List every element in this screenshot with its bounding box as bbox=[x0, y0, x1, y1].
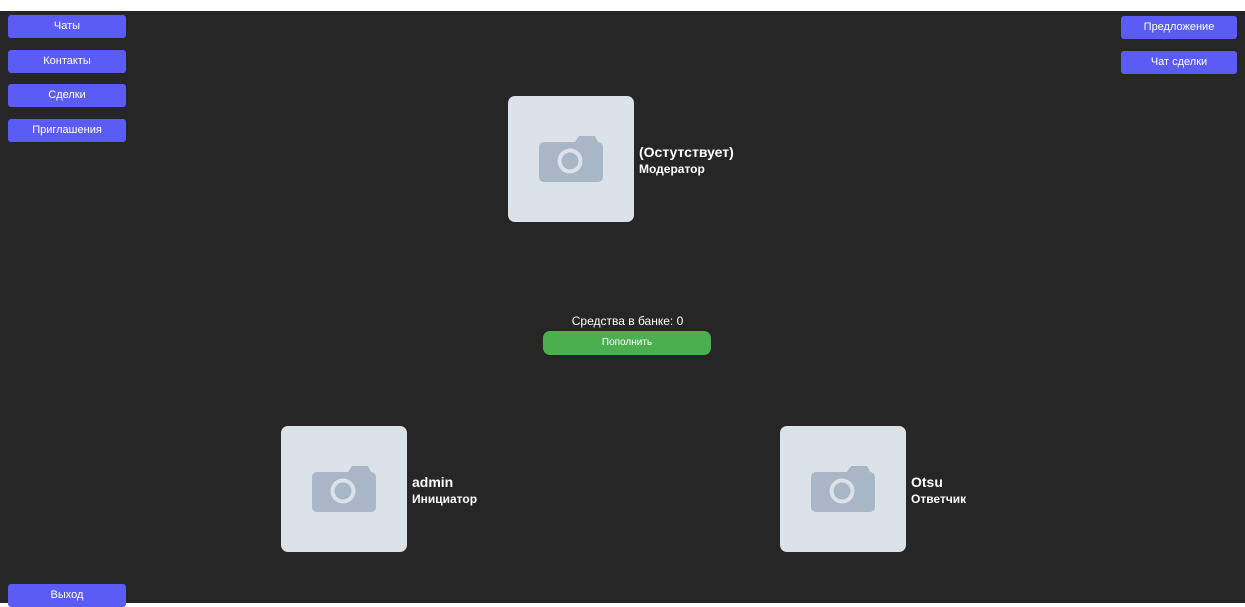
moderator-role: Модератор bbox=[639, 162, 705, 176]
initiator-role: Инициатор bbox=[412, 492, 478, 506]
nav-invitations-button[interactable]: Приглашения bbox=[8, 119, 126, 142]
bank-balance-label: Средства в банке: 0 bbox=[571, 314, 684, 328]
camera-icon bbox=[539, 136, 603, 182]
nav-chats-button[interactable]: Чаты bbox=[8, 15, 126, 38]
respondent-role: Ответчик bbox=[911, 492, 967, 506]
deal-chat-button[interactable]: Чат сделки bbox=[1121, 51, 1237, 74]
respondent-name: Otsu bbox=[911, 474, 943, 490]
camera-icon bbox=[312, 466, 376, 512]
initiator-name: admin bbox=[412, 474, 454, 490]
moderator-name: (Остутствует) bbox=[639, 144, 734, 160]
initiator-avatar[interactable] bbox=[281, 426, 407, 552]
nav-contacts-button[interactable]: Контакты bbox=[8, 50, 126, 73]
nav-deals-button[interactable]: Сделки bbox=[8, 84, 126, 107]
camera-icon bbox=[811, 466, 875, 512]
deal-screen: Чаты Контакты Сделки Приглашения Выход П… bbox=[0, 11, 1245, 607]
offer-button[interactable]: Предложение bbox=[1121, 16, 1237, 39]
respondent-avatar[interactable] bbox=[780, 426, 906, 552]
topup-button[interactable]: Пополнить bbox=[543, 331, 711, 355]
moderator-avatar[interactable] bbox=[508, 96, 634, 222]
logout-button[interactable]: Выход bbox=[8, 584, 126, 607]
